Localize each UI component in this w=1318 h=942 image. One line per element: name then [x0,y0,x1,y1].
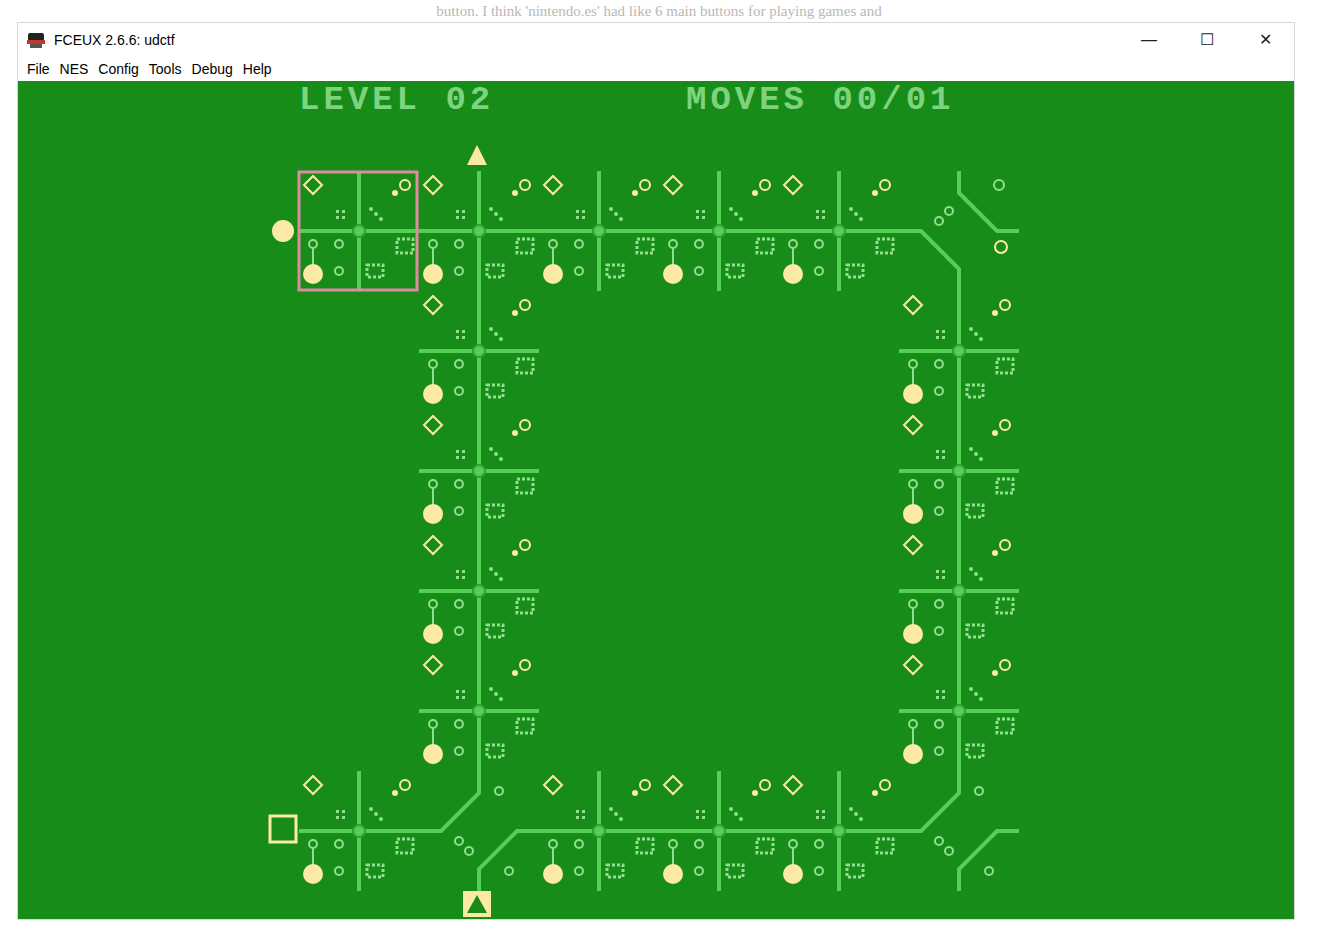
tile-components [663,176,773,284]
menu-item[interactable]: NES [55,59,94,80]
bulb-icon [423,384,443,404]
selection-cursor [299,172,417,290]
tile-components [303,176,413,284]
bulb-icon [303,264,323,284]
output-arrow-icon [463,891,491,917]
bulb-icon [783,264,803,284]
app-icon [26,31,46,49]
window-title: FCEUX 2.6.6: udctf [54,30,175,51]
bulb-icon [903,504,923,524]
menu-item[interactable]: Debug [187,59,238,80]
output-box-icon [270,816,296,842]
tile-components [903,656,1013,764]
circuit-tile[interactable] [659,171,779,291]
menu-bar: FileNESConfigToolsDebugHelp [18,57,1294,81]
tile-components [423,536,533,644]
circuit-tile[interactable] [899,651,1019,771]
menu-item[interactable]: File [22,59,55,80]
bulb-icon [783,864,803,884]
circuit-tile[interactable] [899,531,1019,651]
bulb-icon [423,744,443,764]
caption: button. I think 'nintendo.es' had like 6… [0,0,1318,22]
circuit-board: LEVEL 02 MOVES 00/01 [18,81,1296,919]
circuit-tile[interactable] [419,531,539,651]
tile-components [303,776,413,884]
emulator-window: FCEUX 2.6.6: udctf—☐✕FileNESConfigToolsD… [17,22,1295,920]
bulb-icon [423,264,443,284]
circuit-tile[interactable] [419,411,539,531]
tile-components [543,776,653,884]
bulb-icon [663,864,683,884]
menu-item[interactable]: Tools [144,59,187,80]
tile-components [783,176,893,284]
moves-label: MOVES 00/01 [686,81,954,119]
window-control-button[interactable]: — [1120,23,1178,57]
circuit-tile[interactable] [899,411,1019,531]
circuit-tile[interactable] [299,771,419,891]
power-source-icon [272,220,294,242]
circuit-tile[interactable] [779,171,899,291]
bulb-icon [543,864,563,884]
circuit-tile[interactable] [899,771,1019,891]
circuit-tile[interactable] [299,171,419,291]
level-label: LEVEL 02 [299,81,494,119]
circuit-tile[interactable] [779,771,899,891]
game-screen[interactable]: LEVEL 02 MOVES 00/01 [18,81,1294,919]
bulb-icon [423,624,443,644]
tile-components [663,776,773,884]
window-control-button[interactable]: ☐ [1178,23,1236,57]
circuit-tile[interactable] [899,171,1019,291]
circuit-tile[interactable] [419,651,539,771]
tile-components [783,776,893,884]
title-bar: FCEUX 2.6.6: udctf —☐✕ [18,23,1294,57]
bulb-icon [903,624,923,644]
bulb-icon [423,504,443,524]
circuit-tile[interactable] [539,771,659,891]
bulb-icon [663,264,683,284]
menu-item[interactable]: Help [238,59,277,80]
tile-components [423,296,533,404]
circuit-tile[interactable] [419,771,539,891]
tile-components [903,536,1013,644]
bulb-icon [303,864,323,884]
circuit-tile[interactable] [419,171,539,291]
tile-components [903,296,1013,404]
circuit-tile[interactable] [539,171,659,291]
screen: button. I think 'nintendo.es' had like 6… [0,0,1318,942]
tile-components [423,416,533,524]
bulb-icon [903,744,923,764]
circuit-tile[interactable] [899,291,1019,411]
tile-components [543,176,653,284]
bulb-icon [543,264,563,284]
circuit-tile[interactable] [419,291,539,411]
window-control-button[interactable]: ✕ [1236,23,1294,57]
menu-item[interactable]: Config [93,59,143,80]
tile-components [423,656,533,764]
circuit-tile[interactable] [659,771,779,891]
tile-components [903,416,1013,524]
input-arrow-icon [467,145,487,165]
bulb-icon [903,384,923,404]
tile-components [423,176,533,284]
